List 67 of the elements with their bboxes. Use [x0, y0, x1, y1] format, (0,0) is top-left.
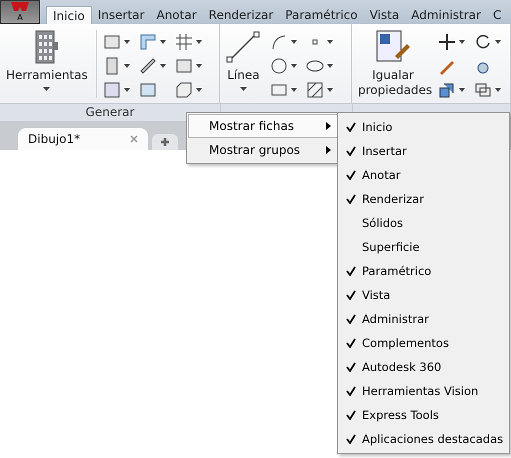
caret-icon	[43, 87, 50, 91]
caret-icon[interactable]	[196, 40, 202, 44]
menu-item[interactable]: Express Tools	[338, 403, 509, 427]
rotate-icon[interactable]	[474, 33, 492, 51]
ribbon-tab[interactable]: Inicio	[46, 6, 92, 24]
caret-icon[interactable]	[196, 88, 202, 92]
menu-item[interactable]: Anotar	[338, 163, 509, 187]
menu-item[interactable]: Inicio	[338, 115, 509, 139]
caret-icon[interactable]	[327, 64, 334, 68]
ribbon-tab[interactable]: Administrar	[405, 6, 487, 24]
caret-icon[interactable]	[291, 64, 298, 68]
ribbon-tab[interactable]: Vista	[364, 6, 406, 24]
submenu-arrow-icon	[326, 146, 331, 154]
menu-item[interactable]: Insertar	[338, 139, 509, 163]
menu-item[interactable]: Mostrar grupos	[188, 138, 338, 162]
ribbon-tab[interactable]: Paramétrico	[279, 6, 364, 24]
application-button[interactable]: A	[0, 0, 40, 24]
menu-item[interactable]: Aplicaciones destacadas	[338, 427, 509, 451]
caret-icon[interactable]	[459, 88, 465, 92]
caret-icon[interactable]	[196, 64, 202, 68]
brush-document-icon	[375, 30, 411, 64]
ribbon-tab[interactable]: C	[486, 6, 508, 24]
caret-icon[interactable]	[327, 40, 334, 44]
caret-icon[interactable]	[459, 40, 465, 44]
menu-item[interactable]: Autodesk 360	[338, 355, 509, 379]
circle-icon[interactable]	[270, 57, 288, 75]
line-tool-button[interactable]: Línea	[220, 30, 266, 91]
copy-icon[interactable]	[474, 81, 492, 99]
submenu-arrow-icon	[326, 122, 331, 130]
caret-icon[interactable]	[124, 64, 130, 68]
caret-icon	[240, 87, 247, 91]
caret-icon[interactable]	[327, 88, 334, 92]
ribbon-tab[interactable]: Renderizar	[202, 6, 280, 24]
box-icon[interactable]	[102, 33, 121, 51]
menu-item[interactable]: Vista	[338, 283, 509, 307]
caret-icon[interactable]	[124, 88, 130, 92]
menu-item[interactable]: Paramétrico	[338, 259, 509, 283]
match-properties-button[interactable]: Igualar propiedades	[352, 30, 434, 98]
ribbon-tab[interactable]: Anotar	[150, 6, 203, 24]
close-icon[interactable]	[130, 135, 138, 143]
menu-item[interactable]: Sólidos	[338, 211, 509, 235]
new-tab-button[interactable]	[152, 134, 178, 150]
cube-icon[interactable]	[174, 81, 193, 99]
building-icon	[34, 30, 60, 64]
ribbon-tab[interactable]: Insertar	[92, 6, 150, 24]
caret-icon[interactable]	[160, 40, 166, 44]
caret-icon[interactable]	[495, 40, 501, 44]
hatch-icon[interactable]	[306, 81, 324, 99]
stack-icon[interactable]	[438, 81, 456, 99]
document-tab[interactable]: Dibujo1*	[18, 128, 148, 150]
tool-palettes-button[interactable]: Herramientas	[0, 30, 94, 91]
menu-item[interactable]: Superficie	[338, 235, 509, 259]
plus-icon	[160, 137, 170, 147]
menu-item[interactable]: Complementos	[338, 331, 509, 355]
menu-item[interactable]: Mostrar fichas	[188, 114, 338, 138]
caret-icon[interactable]	[291, 40, 298, 44]
line-icon	[226, 30, 260, 64]
hatch-icon[interactable]	[174, 33, 193, 51]
caret-icon[interactable]	[495, 88, 501, 92]
logo-icon	[9, 2, 31, 12]
caret-icon[interactable]	[291, 88, 298, 92]
caret-icon[interactable]	[160, 64, 166, 68]
menu-item[interactable]: Administrar	[338, 307, 509, 331]
caret-icon[interactable]	[124, 40, 130, 44]
menu-item[interactable]: Herramientas Vision	[338, 379, 509, 403]
menu-item[interactable]: Renderizar	[338, 187, 509, 211]
square-icon[interactable]	[174, 57, 193, 75]
